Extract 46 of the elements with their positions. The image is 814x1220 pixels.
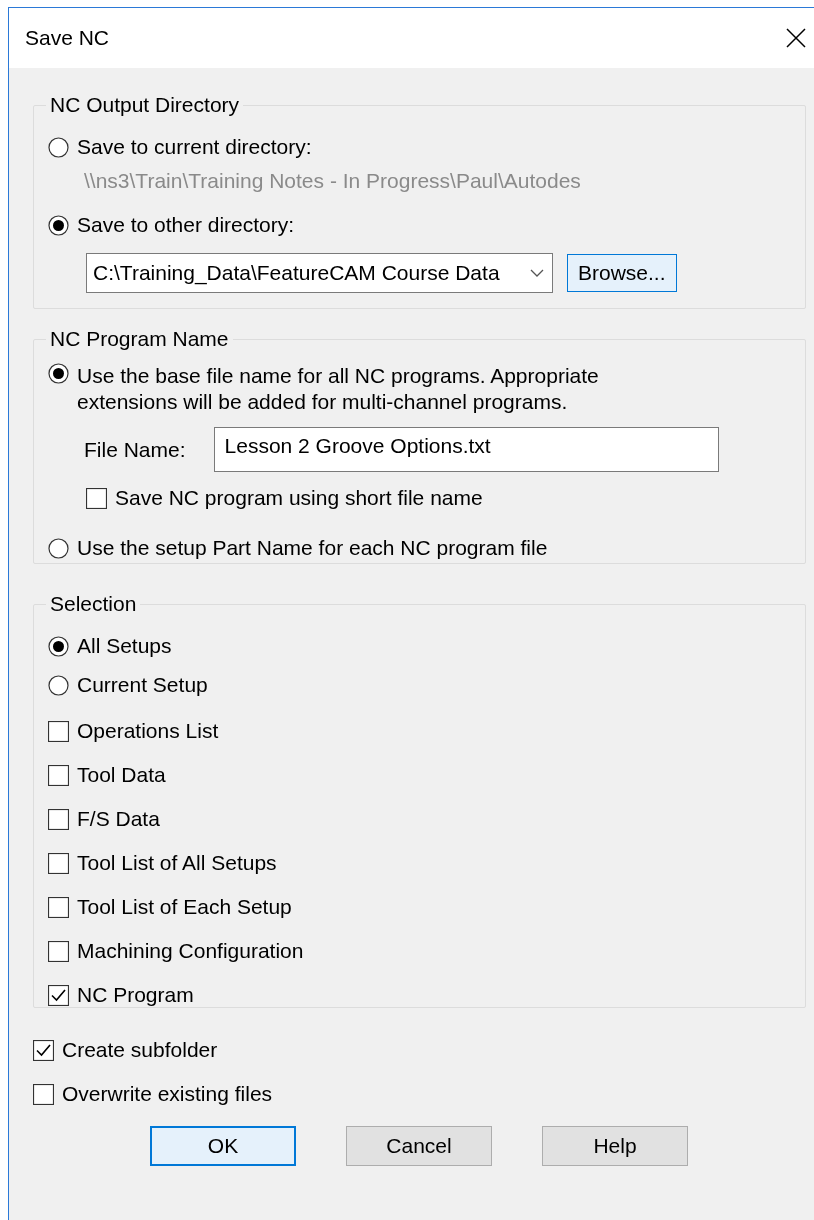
group-title: NC Output Directory	[49, 93, 241, 117]
checkbox-label[interactable]: Operations List	[77, 719, 219, 743]
checkbox-label[interactable]: Machining Configuration	[77, 939, 304, 963]
field-label: File Name:	[84, 437, 186, 462]
checkbox-label[interactable]: Overwrite existing files	[62, 1082, 273, 1106]
checkbox-label[interactable]: NC Program	[77, 983, 194, 1007]
radio-label[interactable]: Use the base file name for all NC programs. Appropriate extensions will be added for multi-channel programs.	[77, 363, 637, 415]
checkbox[interactable]	[48, 940, 69, 962]
radio-button[interactable]	[48, 214, 69, 236]
dialog-button[interactable]: OK	[150, 1126, 296, 1166]
radio-label[interactable]: All Setups	[77, 634, 172, 658]
checkbox[interactable]	[48, 720, 69, 742]
checkbox[interactable]	[48, 808, 69, 830]
close-icon[interactable]	[786, 28, 806, 48]
checkbox[interactable]	[33, 1039, 54, 1061]
checkbox-label[interactable]: F/S Data	[77, 807, 160, 831]
group-title: Selection	[49, 592, 138, 616]
checkbox[interactable]	[86, 487, 107, 509]
checkbox[interactable]	[33, 1083, 54, 1105]
checkbox-label[interactable]: Tool Data	[77, 763, 166, 787]
group-title: NC Program Name	[49, 327, 230, 351]
checkbox[interactable]	[48, 896, 69, 918]
chevron-down-icon	[530, 268, 544, 278]
checkbox-label[interactable]: Create subfolder	[62, 1038, 218, 1062]
dialog-button[interactable]: Help	[542, 1126, 688, 1166]
radio-button[interactable]	[48, 674, 69, 696]
dialog-button[interactable]: Cancel	[346, 1126, 492, 1166]
checkbox[interactable]	[48, 764, 69, 786]
directory-path: \\ns3\Train\Training Notes - In Progress\Paul\Autodes	[84, 169, 582, 193]
radio-label[interactable]: Save to other directory:	[77, 213, 295, 237]
checkbox-label[interactable]: Save NC program using short file name	[115, 486, 483, 510]
radio-button[interactable]	[48, 635, 69, 657]
window-title: Save NC	[25, 26, 110, 50]
radio-button[interactable]	[48, 363, 69, 384]
file-name-field[interactable]: Lesson 2 Groove Options.txt	[213, 427, 719, 472]
checkbox[interactable]	[48, 852, 69, 874]
radio-label[interactable]: Use the setup Part Name for each NC program file	[77, 536, 548, 560]
checkbox[interactable]	[48, 984, 69, 1006]
radio-button[interactable]	[48, 537, 69, 559]
radio-label[interactable]: Save to current directory:	[77, 135, 312, 159]
radio-button[interactable]	[48, 136, 69, 158]
checkbox-label[interactable]: Tool List of Each Setup	[77, 895, 292, 919]
radio-label[interactable]: Current Setup	[77, 673, 208, 697]
directory-dropdown[interactable]: C:\Training_Data\FeatureCAM Course Data	[86, 253, 553, 293]
checkbox-label[interactable]: Tool List of All Setups	[77, 851, 277, 875]
browse-button[interactable]: Browse...	[567, 254, 677, 292]
